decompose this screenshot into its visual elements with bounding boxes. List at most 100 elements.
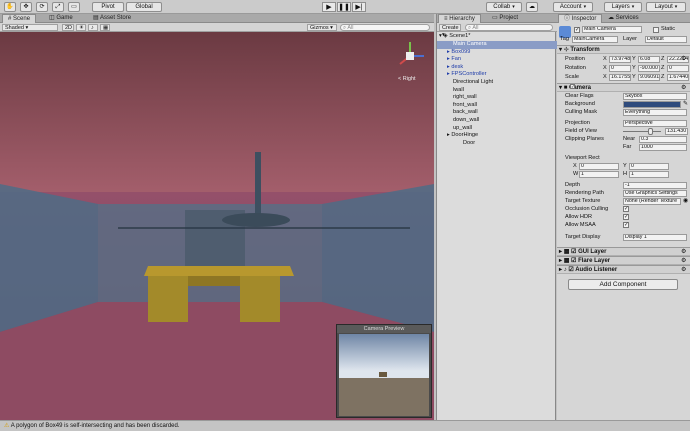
shading-dropdown[interactable]: Shaded ▾	[2, 24, 58, 31]
audio-listener-header[interactable]: ▸ ♪ ☑ Audio Listener	[557, 265, 690, 274]
background-color-swatch[interactable]	[623, 101, 681, 108]
vp-y-field[interactable]: 0	[629, 163, 669, 170]
projection-dropdown[interactable]: Perspective	[623, 120, 687, 127]
effects-icon[interactable]: ▦	[100, 24, 110, 31]
rendering-path-dropdown[interactable]: Use Graphics Settings	[623, 190, 687, 197]
account-dropdown[interactable]: Account	[553, 2, 593, 12]
scale-tool-icon[interactable]: ⤢	[52, 2, 64, 12]
eyedropper-icon[interactable]: ✎	[683, 100, 688, 107]
hierarchy-item[interactable]: back_wall	[437, 109, 557, 117]
move-tool-icon[interactable]: ✥	[20, 2, 32, 12]
vp-w-field[interactable]: 1	[579, 171, 619, 178]
main-toolbar: ✋ ✥ ⟳ ⤢ ▭ Pivot Global ▶ ❚❚ ▶| Collab ☁ …	[0, 0, 690, 14]
tab-inspector[interactable]: ⓘ Inspector	[558, 14, 603, 23]
audio-icon[interactable]: ♪	[88, 24, 98, 31]
near-field[interactable]: 0.3	[639, 136, 687, 143]
clear-flags-dropdown[interactable]: Skybox	[623, 93, 687, 100]
hierarchy-item[interactable]: up_wall	[437, 125, 557, 133]
global-toggle[interactable]: Global	[126, 2, 162, 12]
fov-slider-track[interactable]	[623, 128, 661, 135]
scene-view[interactable]: < Right Camera Preview	[0, 32, 434, 420]
rotation-x-field[interactable]: 0	[609, 65, 631, 72]
occlusion-culling-checkbox[interactable]: ✓	[623, 206, 629, 212]
cloud-icon[interactable]: ☁	[526, 2, 538, 12]
scale-y-field[interactable]: 9.06091	[638, 74, 660, 81]
hierarchy-item[interactable]: front_wall	[437, 102, 557, 110]
allow-hdr-checkbox[interactable]: ✓	[623, 214, 629, 220]
settings-gear-icon[interactable]: ⚙	[681, 55, 686, 62]
tag-dropdown[interactable]: MainCamera	[572, 36, 618, 43]
light-icon[interactable]: ☀	[76, 24, 86, 31]
rect-tool-icon[interactable]: ▭	[68, 2, 80, 12]
audio-listener-enabled[interactable]: ☑	[568, 267, 573, 273]
rotation-y-field[interactable]: -90.000	[638, 65, 660, 72]
vp-x-field[interactable]: 0	[579, 163, 619, 170]
collab-dropdown[interactable]: Collab	[486, 2, 522, 12]
scale-z-field[interactable]: 1.67440	[667, 74, 689, 81]
depth-field[interactable]: -1	[623, 182, 687, 189]
settings-gear-icon[interactable]: ⚙	[681, 248, 686, 255]
fov-field[interactable]: 131.430	[665, 128, 688, 135]
fov-slider-thumb[interactable]	[647, 128, 653, 135]
hierarchy-item[interactable]: Door	[437, 140, 557, 148]
transform-header[interactable]: ▾ ⊹ Transform	[557, 45, 690, 54]
hierarchy-item[interactable]: down_wall	[437, 117, 557, 125]
object-name-field[interactable]: Main Camera	[582, 26, 642, 33]
rotate-tool-icon[interactable]: ⟳	[36, 2, 48, 12]
step-button[interactable]: ▶|	[352, 2, 366, 12]
gui-layer-enabled[interactable]: ☑	[571, 249, 576, 255]
settings-gear-icon[interactable]: ⚙	[681, 84, 686, 91]
position-y-field[interactable]: 6.08	[638, 56, 660, 63]
2d-toggle[interactable]: 2D	[62, 24, 74, 31]
tab-game[interactable]: ◫ Game	[44, 14, 78, 23]
hierarchy-item[interactable]: ▸ Fan	[437, 56, 557, 64]
hierarchy-item[interactable]: ▸ DoorHinge	[437, 132, 557, 140]
layout-dropdown[interactable]: Layout	[646, 2, 686, 12]
layer-dropdown[interactable]: Default	[645, 36, 687, 43]
far-field[interactable]: 1000	[639, 144, 687, 151]
hand-tool-icon[interactable]: ✋	[4, 2, 16, 12]
culling-mask-dropdown[interactable]: Everything	[623, 109, 687, 116]
tab-asset-store[interactable]: ▤ Asset Store	[88, 14, 136, 23]
camera-enabled-checkbox[interactable]: ✓	[570, 84, 575, 89]
scene-row[interactable]: ▾ ◈ Scene1*	[437, 33, 557, 41]
active-checkbox[interactable]: ✓	[574, 27, 580, 33]
tab-hierarchy[interactable]: ≡ Hierarchy	[438, 14, 481, 23]
hierarchy-item[interactable]: ▸ Box099	[437, 49, 557, 57]
play-button[interactable]: ▶	[322, 2, 336, 12]
target-texture-field[interactable]: None (Render Texture	[623, 198, 681, 205]
pause-button[interactable]: ❚❚	[337, 2, 351, 12]
tab-project[interactable]: ▭ Project	[487, 14, 523, 23]
vp-h-field[interactable]: 1	[629, 171, 669, 178]
hierarchy-item[interactable]: ▸ desk	[437, 64, 557, 72]
tab-services[interactable]: ☁ Services	[603, 14, 644, 23]
pivot-toggle[interactable]: Pivot	[92, 2, 124, 12]
create-dropdown[interactable]: Create ▾	[439, 24, 461, 38]
tab-scene[interactable]: # Scene	[2, 14, 37, 23]
object-picker-icon[interactable]: ◉	[683, 197, 688, 204]
hierarchy-item[interactable]: Directional Light	[437, 79, 557, 87]
flare-layer-header[interactable]: ▸ ▦ ☑ Flare Layer	[557, 256, 690, 265]
target-display-dropdown[interactable]: Display 1	[623, 234, 687, 241]
cloud-icon: ☁	[608, 15, 614, 21]
allow-msaa-checkbox[interactable]: ✓	[623, 222, 629, 228]
static-checkbox[interactable]	[653, 27, 659, 33]
flare-layer-enabled[interactable]: ☑	[571, 258, 576, 264]
hierarchy-item[interactable]: Main Camera	[437, 41, 557, 49]
settings-gear-icon[interactable]: ⚙	[681, 257, 686, 264]
scene-search-input[interactable]: ⌕ All	[340, 24, 430, 31]
hierarchy-item[interactable]: right_wall	[437, 94, 557, 102]
rotation-z-field[interactable]: 0	[667, 65, 689, 72]
gizmos-dropdown[interactable]: Gizmos ▾	[307, 24, 337, 31]
add-component-button[interactable]: Add Component	[568, 279, 678, 290]
vp-w-label: W	[573, 171, 579, 177]
camera-header[interactable]: ▾ ■ Camera	[557, 83, 690, 92]
layers-dropdown[interactable]: Layers	[604, 2, 642, 12]
hierarchy-item[interactable]: ▸ FPSController	[437, 71, 557, 79]
hierarchy-item[interactable]: lwall	[437, 87, 557, 95]
gui-layer-header[interactable]: ▸ ▦ ☑ GUI Layer	[557, 247, 690, 256]
settings-gear-icon[interactable]: ⚙	[681, 266, 686, 273]
scale-x-field[interactable]: 16.1755	[609, 74, 631, 81]
hierarchy-search-input[interactable]: ⌕ All	[465, 24, 553, 31]
position-x-field[interactable]: 73.9748	[609, 56, 631, 63]
